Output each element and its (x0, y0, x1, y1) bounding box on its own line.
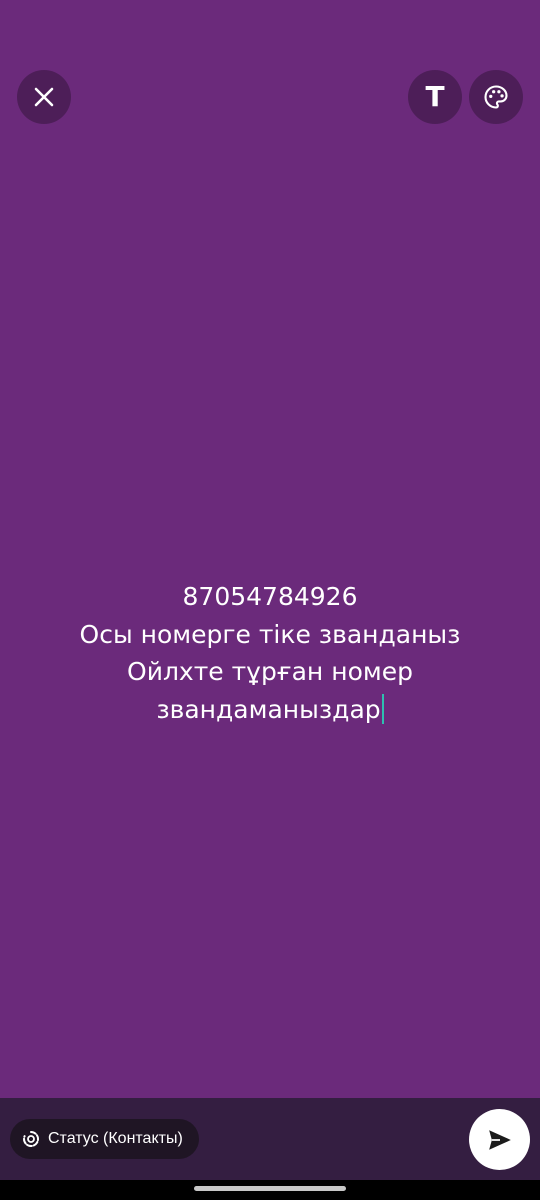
status-text-input[interactable]: 87054784926 Осы номерге тіке званданыз О… (40, 578, 500, 728)
font-style-button[interactable]: T (408, 70, 462, 124)
close-button[interactable] (17, 70, 71, 124)
status-composer-screen: T 87054784926 Осы номерге тіке званданыз… (0, 0, 540, 1200)
color-picker-button[interactable] (469, 70, 523, 124)
audience-selector-button[interactable]: Статус (Контакты) (10, 1119, 199, 1159)
palette-icon (484, 85, 508, 109)
text-font-icon: T (425, 80, 445, 113)
text-cursor (381, 693, 384, 724)
status-icon (22, 1130, 40, 1148)
home-gesture-handle[interactable] (194, 1186, 346, 1191)
send-button[interactable] (469, 1109, 530, 1170)
audience-label: Статус (Контакты) (48, 1130, 183, 1147)
bottom-bar: Статус (Контакты) (0, 1098, 540, 1180)
send-icon (488, 1129, 511, 1150)
status-text-content: 87054784926 Осы номерге тіке званданыз О… (79, 582, 461, 724)
close-icon (34, 87, 54, 107)
system-navigation-bar (0, 1180, 540, 1200)
status-canvas[interactable]: T 87054784926 Осы номерге тіке званданыз… (0, 0, 540, 1098)
